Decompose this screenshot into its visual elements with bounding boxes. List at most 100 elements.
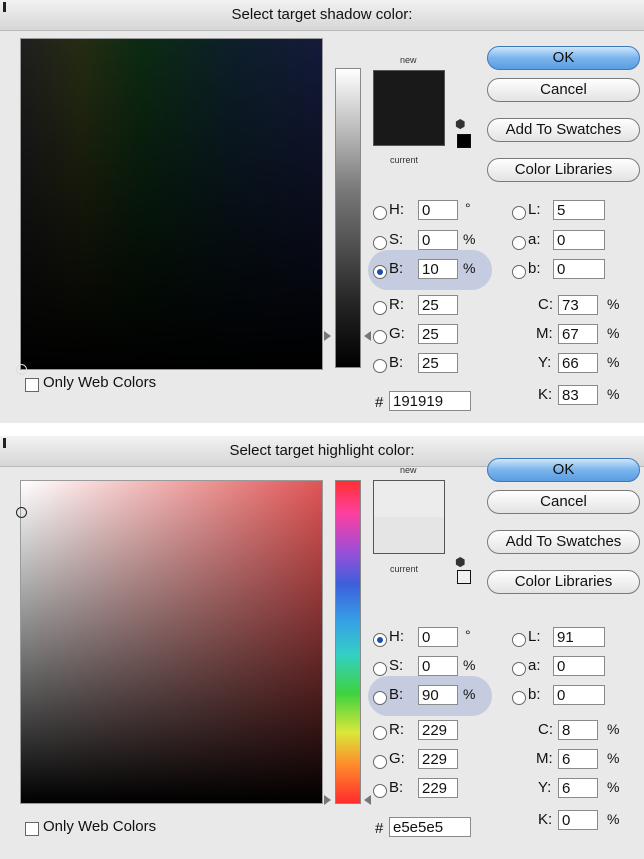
green-input[interactable]: 229 [418, 749, 458, 769]
color-libraries-button[interactable]: Color Libraries [487, 158, 640, 182]
label-green: G: [389, 325, 405, 342]
radio-green[interactable] [373, 330, 387, 344]
swatch-current-label: current [390, 564, 419, 574]
slider-left-arrow-icon[interactable] [324, 795, 331, 805]
radio-saturation[interactable] [373, 662, 387, 676]
radio-red[interactable] [373, 726, 387, 740]
magenta-input[interactable]: 67 [558, 324, 598, 344]
label-b-lab: b: [528, 260, 541, 277]
swatch-current [374, 108, 444, 145]
yellow-input[interactable]: 6 [558, 778, 598, 798]
swatch-current [374, 517, 444, 553]
saturation-input[interactable]: 0 [418, 230, 458, 250]
lightness-input[interactable]: 91 [553, 627, 605, 647]
radio-blue[interactable] [373, 359, 387, 373]
slider-right-arrow-icon[interactable] [364, 795, 371, 805]
hue-input[interactable]: 0 [418, 200, 458, 220]
degree-unit: ° [465, 200, 471, 216]
radio-a[interactable] [512, 662, 526, 676]
percent-unit: % [463, 231, 476, 247]
label-blue: B: [389, 779, 404, 796]
blue-input[interactable]: 229 [418, 778, 458, 798]
hex-input[interactable]: 191919 [389, 391, 471, 411]
percent-unit: % [463, 686, 476, 702]
add-to-swatches-button[interactable]: Add To Swatches [487, 118, 640, 142]
radio-green[interactable] [373, 755, 387, 769]
color-field-handle[interactable] [16, 364, 27, 375]
radio-blue[interactable] [373, 784, 387, 798]
red-input[interactable]: 229 [418, 720, 458, 740]
red-input[interactable]: 25 [418, 295, 458, 315]
radio-saturation[interactable] [373, 236, 387, 250]
b-lab-input[interactable]: 0 [553, 259, 605, 279]
swatch-current-label: current [390, 155, 419, 165]
swatch-new [374, 481, 444, 517]
only-web-colors-checkbox[interactable] [25, 378, 39, 392]
cancel-button[interactable]: Cancel [487, 78, 640, 102]
web-safe-swatch-icon[interactable] [457, 570, 471, 584]
radio-hue[interactable] [373, 206, 387, 220]
label-brightness: B: [389, 686, 404, 703]
web-safe-swatch-icon[interactable] [457, 134, 471, 148]
magenta-input[interactable]: 6 [558, 749, 598, 769]
percent-unit: % [463, 657, 476, 673]
radio-hue[interactable] [373, 633, 387, 647]
brightness-input[interactable]: 10 [418, 259, 458, 279]
highlight-color-dialog: Select target highlight color: new curre… [0, 436, 644, 859]
label-a: a: [528, 231, 541, 248]
shadow-color-dialog: Select target shadow color: new current … [0, 0, 644, 423]
hue-slider[interactable] [324, 480, 371, 805]
green-input[interactable]: 25 [418, 324, 458, 344]
cancel-button[interactable]: Cancel [487, 490, 640, 514]
cyan-input[interactable]: 8 [558, 720, 598, 740]
cyan-input[interactable]: 73 [558, 295, 598, 315]
color-swatch-preview [373, 70, 445, 146]
radio-lightness[interactable] [512, 633, 526, 647]
percent-unit: % [607, 325, 620, 341]
b-lab-input[interactable]: 0 [553, 685, 605, 705]
yellow-input[interactable]: 66 [558, 353, 598, 373]
radio-lightness[interactable] [512, 206, 526, 220]
radio-brightness[interactable] [373, 265, 387, 279]
color-libraries-button[interactable]: Color Libraries [487, 570, 640, 594]
black-input[interactable]: 0 [558, 810, 598, 830]
ok-button[interactable]: OK [487, 46, 640, 70]
slider-right-arrow-icon[interactable] [364, 331, 371, 341]
percent-unit: % [463, 260, 476, 276]
color-swatch-preview [373, 480, 445, 554]
radio-b-lab[interactable] [512, 265, 526, 279]
brightness-slider[interactable] [324, 68, 371, 368]
blue-input[interactable]: 25 [418, 353, 458, 373]
color-field-handle[interactable] [16, 507, 27, 518]
color-field[interactable] [16, 38, 323, 375]
cube-icon[interactable]: ⬢ [455, 556, 467, 568]
slider-left-arrow-icon[interactable] [324, 331, 331, 341]
radio-red[interactable] [373, 301, 387, 315]
brightness-input[interactable]: 90 [418, 685, 458, 705]
a-input[interactable]: 0 [553, 230, 605, 250]
only-web-colors-label: Only Web Colors [43, 374, 157, 391]
only-web-colors-checkbox[interactable] [25, 822, 39, 836]
radio-a[interactable] [512, 236, 526, 250]
label-lightness: L: [528, 628, 541, 645]
ok-button[interactable]: OK [487, 458, 640, 482]
saturation-input[interactable]: 0 [418, 656, 458, 676]
label-saturation: S: [389, 231, 404, 248]
color-field[interactable] [16, 480, 323, 804]
add-to-swatches-button[interactable]: Add To Swatches [487, 530, 640, 554]
dialog-title-bar: Select target shadow color: [0, 0, 644, 31]
hue-input[interactable]: 0 [418, 627, 458, 647]
a-input[interactable]: 0 [553, 656, 605, 676]
label-yellow: Y: [538, 779, 552, 796]
percent-unit: % [607, 750, 620, 766]
label-hue: H: [389, 201, 404, 218]
label-hex: # [375, 394, 384, 411]
radio-b-lab[interactable] [512, 691, 526, 705]
radio-brightness[interactable] [373, 691, 387, 705]
hex-input[interactable]: e5e5e5 [389, 817, 471, 837]
percent-unit: % [607, 779, 620, 795]
percent-unit: % [607, 354, 620, 370]
black-input[interactable]: 83 [558, 385, 598, 405]
lightness-input[interactable]: 5 [553, 200, 605, 220]
cube-icon[interactable]: ⬢ [455, 118, 467, 130]
